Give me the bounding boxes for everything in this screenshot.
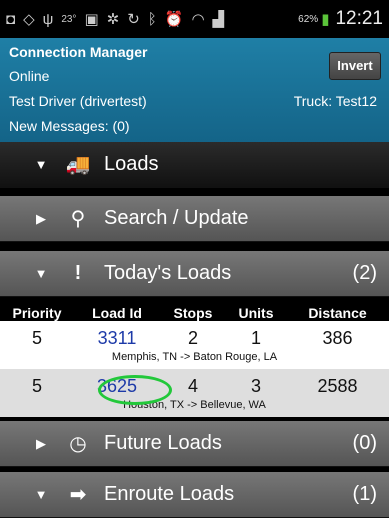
header-distance: Distance — [308, 304, 367, 321]
battery-icon: ▮ — [321, 11, 330, 28]
battery-percent: 62% — [298, 13, 319, 25]
expanded-triangle-icon: ▼ — [34, 487, 48, 502]
gallery-icon: ▣ — [84, 11, 99, 28]
cell-stops: 2 — [187, 327, 198, 348]
expanded-triangle-icon: ▼ — [34, 157, 48, 172]
invert-button[interactable]: Invert — [329, 52, 381, 80]
todays-loads-table: Priority Load Id Stops Units Distance 5 … — [0, 304, 389, 417]
section-today-count: (2) — [352, 262, 377, 284]
cell-priority: 5 — [31, 327, 42, 348]
cell-distance: 386 — [322, 327, 353, 348]
expanded-triangle-icon: ▼ — [34, 266, 48, 281]
cell-distance: 2588 — [317, 375, 358, 396]
collapsed-triangle-icon: ▶ — [36, 210, 46, 226]
header-title: Connection Manager — [9, 44, 148, 60]
search-icon: ⚲ — [70, 208, 86, 230]
header-priority: Priority — [12, 304, 62, 321]
section-future-loads[interactable]: ▶ ◷ Future Loads (0) — [0, 421, 389, 467]
section-today-label: Today's Loads — [104, 262, 232, 284]
collapsed-triangle-icon: ▶ — [36, 435, 46, 451]
section-todays-loads[interactable]: ▼ ! Today's Loads (2) — [0, 251, 389, 297]
notification-icon: ◘ — [6, 10, 16, 28]
route-text: Houston, TX -> Bellevue, WA — [123, 399, 266, 411]
clock-icon: ◷ — [69, 433, 87, 455]
location-icon: ◇ — [23, 11, 35, 28]
table-header: Priority Load Id Stops Units Distance — [0, 304, 389, 321]
section-loads[interactable]: ▼ 🚚 Loads — [0, 142, 389, 188]
temperature-text: 23° — [61, 13, 77, 25]
header-load-id: Load Id — [92, 304, 142, 321]
alarm-icon: ⏰ — [164, 11, 184, 28]
connection-header: Connection Manager Online Test Driver (d… — [0, 38, 389, 142]
usb-icon: ψ — [42, 10, 54, 28]
truck-id: Truck: Test12 — [293, 93, 377, 109]
section-enroute-loads[interactable]: ▼ ➡ Enroute Loads (1) — [0, 472, 389, 518]
connection-status: Online — [9, 68, 50, 84]
table-row[interactable]: 5 3625 4 3 2588 Houston, TX -> Bellevue,… — [0, 369, 389, 417]
header-stops: Stops — [173, 304, 213, 321]
cell-units: 1 — [250, 327, 261, 348]
clock: 12:21 — [335, 8, 383, 29]
section-enroute-label: Enroute Loads — [104, 483, 235, 505]
section-search-label: Search / Update — [104, 207, 249, 229]
table-row[interactable]: 5 3311 2 1 386 Memphis, TN -> Baton Roug… — [0, 321, 389, 369]
arrow-right-icon: ➡ — [69, 484, 87, 506]
header-units: Units — [238, 304, 274, 321]
wifi-icon: ◠ — [191, 11, 205, 28]
highlight-circle — [98, 375, 172, 405]
section-enroute-count: (1) — [352, 483, 377, 505]
sync-icon: ↻ — [127, 11, 140, 28]
bluetooth-icon: ᛒ — [147, 10, 157, 28]
driver-row: Test Driver (drivertest) Truck: Test12 — [9, 91, 383, 111]
driver-name: Test Driver (drivertest) — [9, 93, 147, 109]
section-search-update[interactable]: ▶ ⚲ Search / Update — [0, 196, 389, 242]
section-future-count: (0) — [352, 432, 377, 454]
cell-units: 3 — [250, 375, 261, 396]
exclamation-icon: ! — [74, 262, 82, 284]
new-messages[interactable]: New Messages: (0) — [9, 116, 383, 136]
cell-priority: 5 — [31, 375, 42, 396]
settings-icon: ✲ — [106, 11, 120, 28]
truck-icon: 🚚 — [65, 154, 91, 176]
signal-icon: ▟ — [212, 11, 225, 28]
section-loads-label: Loads — [104, 153, 159, 175]
status-bar: ◘ ◇ ψ 23° ▣ ✲ ↻ ᛒ ⏰ ◠ ▟ 62% ▮ 12:21 — [0, 0, 389, 38]
section-future-label: Future Loads — [104, 432, 222, 454]
route-text: Memphis, TN -> Baton Rouge, LA — [111, 351, 278, 363]
load-id-link[interactable]: 3311 — [74, 328, 160, 349]
